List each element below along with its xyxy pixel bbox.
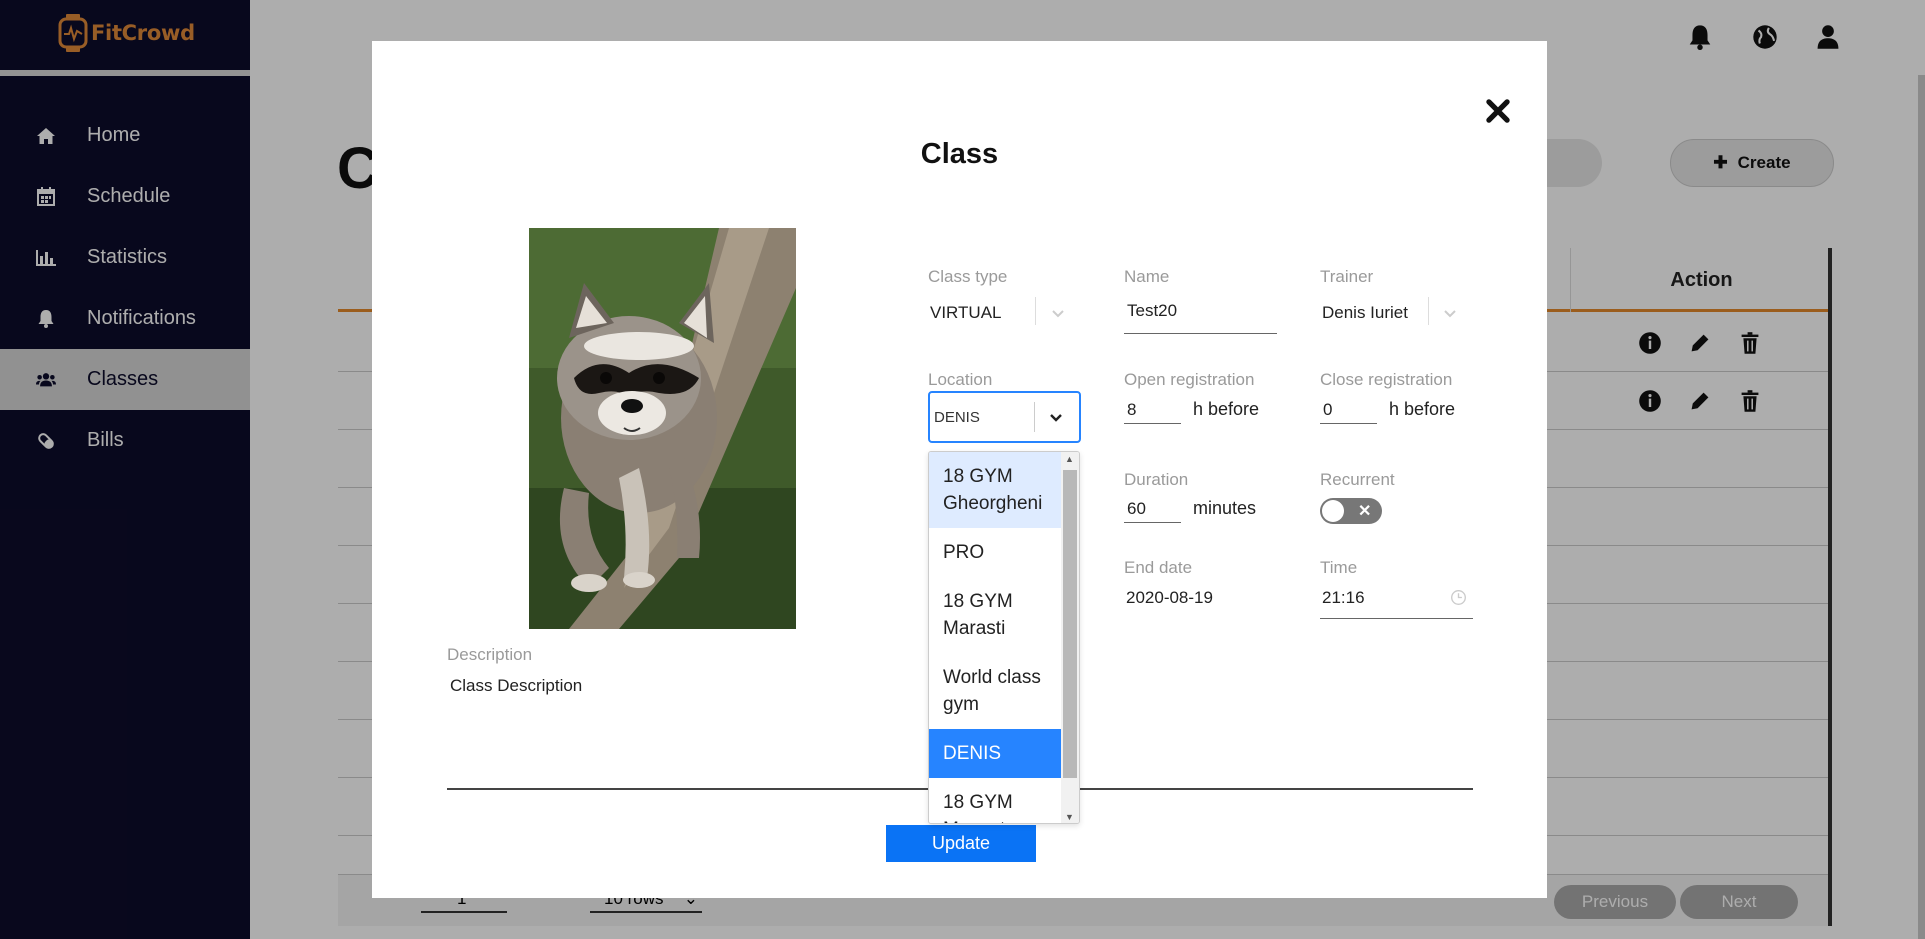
location-option-selected[interactable]: DENIS	[929, 729, 1062, 778]
open-registration-input[interactable]: 8	[1127, 400, 1136, 420]
select-separator	[1428, 297, 1429, 325]
recurrent-toggle[interactable]: ✕	[1320, 498, 1382, 524]
dropdown-scrollbar[interactable]: ▲ ▼	[1061, 452, 1079, 823]
time-input[interactable]: 21:16	[1322, 588, 1365, 608]
name-input[interactable]: Test20	[1127, 301, 1177, 321]
open-registration-label: Open registration	[1124, 370, 1255, 389]
class-type-label: Class type	[928, 267, 1008, 286]
location-select[interactable]: DENIS	[928, 391, 1081, 443]
duration-input[interactable]: 60	[1127, 499, 1146, 519]
location-option[interactable]: 18 GYM Gheorgheni	[929, 452, 1062, 528]
close-registration-underline	[1320, 423, 1377, 424]
duration-unit: minutes	[1193, 498, 1257, 518]
name-underline	[1124, 333, 1277, 334]
scrollbar-thumb[interactable]	[1063, 470, 1077, 778]
location-option[interactable]: 18 GYM Manastur	[929, 778, 1062, 823]
location-option[interactable]: World class gym	[929, 653, 1062, 729]
location-label: Location	[928, 370, 993, 389]
close-registration-label: Close registration	[1320, 370, 1453, 389]
open-registration-underline	[1124, 423, 1181, 424]
class-type-select[interactable]: VIRTUAL	[930, 303, 1002, 323]
duration-label: Duration	[1124, 470, 1189, 489]
select-separator	[1035, 297, 1036, 325]
description-field[interactable]: Class Description	[450, 676, 582, 696]
location-dropdown-menu: 18 GYM Gheorgheni PRO 18 GYM Marasti Wor…	[928, 451, 1080, 824]
open-registration-unit: h before	[1193, 399, 1260, 419]
location-option[interactable]: 18 GYM Marasti	[929, 577, 1062, 653]
trainer-select[interactable]: Denis Iuriet	[1322, 303, 1408, 323]
class-modal: Class Description Class Description Clas…	[372, 41, 1547, 898]
time-label: Time	[1320, 558, 1358, 577]
time-underline	[1320, 618, 1473, 619]
end-date-input[interactable]: 2020-08-19	[1126, 588, 1213, 608]
clock-icon[interactable]	[1450, 589, 1467, 606]
chevron-down-icon[interactable]	[1440, 303, 1460, 323]
location-option[interactable]: PRO	[929, 528, 1062, 577]
chevron-down-icon[interactable]	[1046, 407, 1066, 427]
name-label: Name	[1124, 267, 1170, 286]
select-separator	[1034, 402, 1035, 432]
close-icon: ✕	[1358, 503, 1372, 520]
update-button[interactable]: Update	[886, 825, 1036, 862]
close-registration-input[interactable]: 0	[1323, 400, 1332, 420]
trainer-label: Trainer	[1320, 267, 1374, 286]
close-icon[interactable]	[1485, 98, 1511, 124]
chevron-down-icon[interactable]	[1048, 303, 1068, 323]
class-image	[529, 228, 796, 629]
duration-underline	[1124, 522, 1181, 523]
end-date-label: End date	[1124, 558, 1193, 577]
toggle-knob	[1322, 500, 1344, 522]
description-label: Description	[447, 645, 533, 664]
recurrent-label: Recurrent	[1320, 470, 1395, 489]
scroll-down-icon[interactable]: ▼	[1065, 812, 1074, 822]
location-select-value: DENIS	[934, 409, 980, 426]
scroll-up-icon[interactable]: ▲	[1065, 454, 1074, 464]
close-registration-unit: h before	[1389, 399, 1456, 419]
modal-title: Class	[920, 138, 999, 170]
